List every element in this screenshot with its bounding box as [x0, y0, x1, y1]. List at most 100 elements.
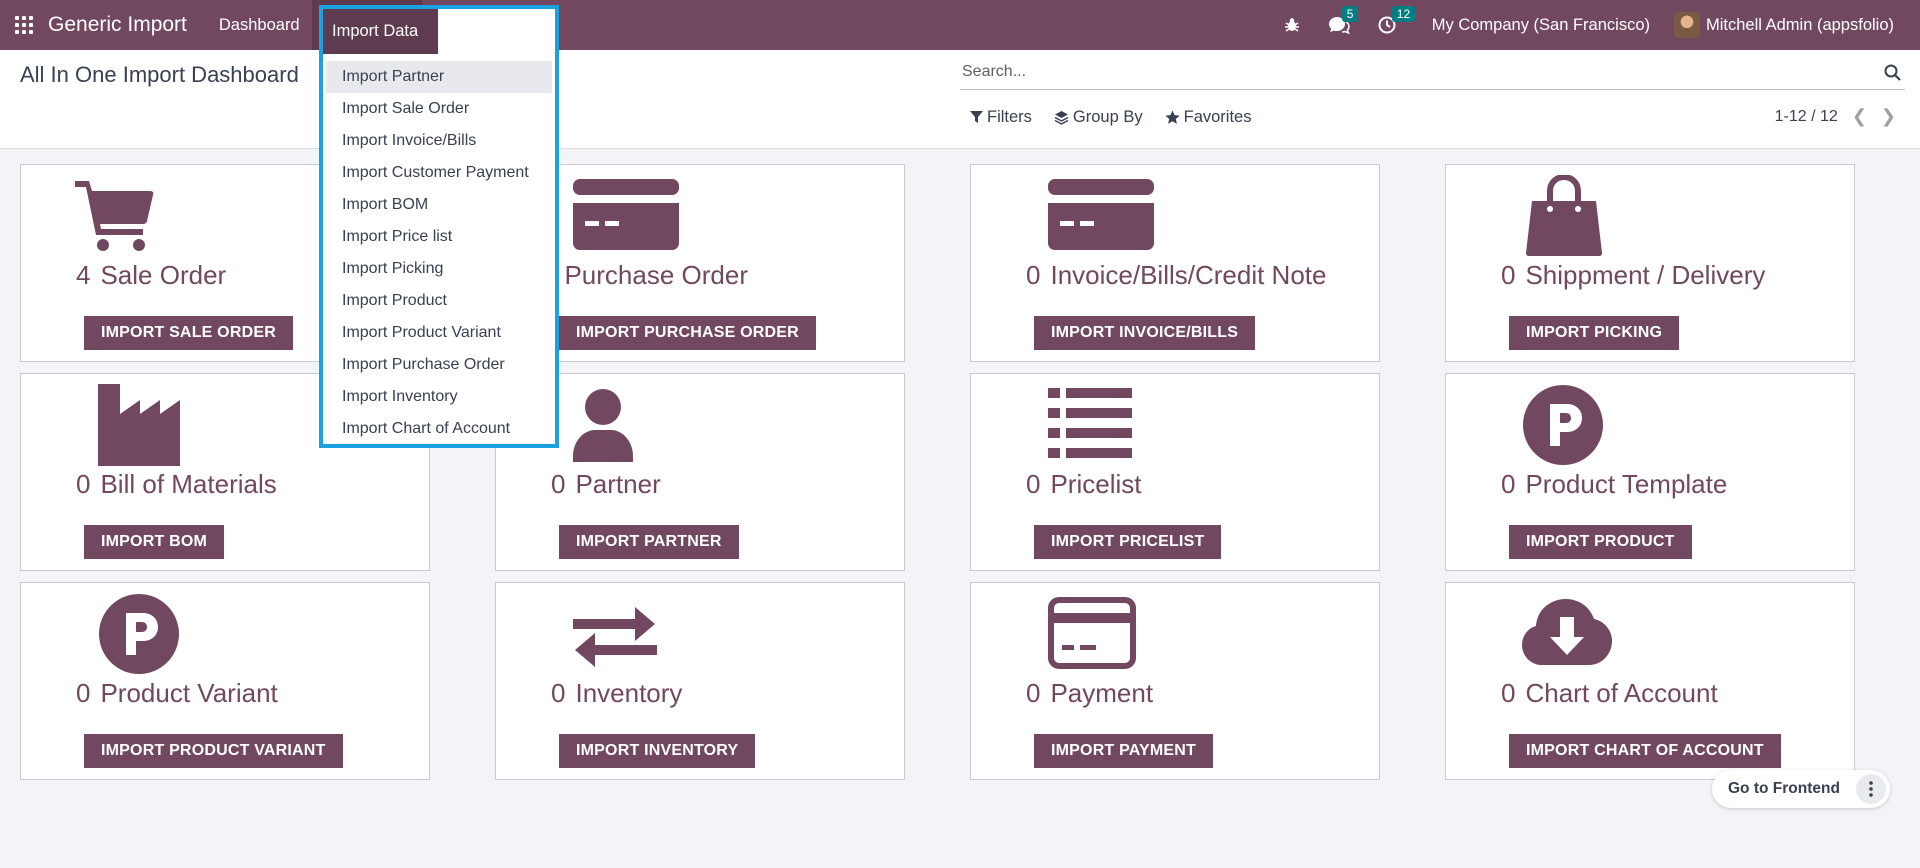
page-title: All In One Import Dashboard — [20, 62, 299, 87]
card-count-line: 0 Bill of Materials — [76, 469, 277, 500]
card-count-line: 0 Inventory — [551, 678, 682, 709]
company-switcher[interactable]: My Company (San Francisco) — [1432, 16, 1650, 35]
card-count: 4 — [76, 260, 91, 290]
card-title: Partner — [575, 469, 661, 499]
dashboard-card-chart-of-account: 0 Chart of Account IMPORT CHART OF ACCOUN… — [1445, 582, 1855, 780]
favorites-label: Favorites — [1183, 108, 1252, 126]
menu-item-import-price-list[interactable]: Import Price list — [323, 221, 555, 253]
menu-item-import-purchase-order[interactable]: Import Purchase Order — [323, 349, 555, 381]
search-icon[interactable] — [1884, 64, 1901, 86]
parking-icon — [1522, 384, 1642, 469]
favorites-button[interactable]: Favorites — [1165, 108, 1252, 127]
industry-icon — [98, 384, 218, 469]
list-icon — [1048, 388, 1168, 473]
card-title: Purchase Order — [564, 260, 748, 290]
dashboard-card-invoice-bills: 0 Invoice/Bills/Credit Note IMPORT INVOIC… — [970, 164, 1380, 362]
filters-button[interactable]: Filters — [970, 108, 1032, 127]
card-count-line: 0 Pricelist — [1026, 469, 1141, 500]
card-count: 0 — [1026, 260, 1041, 290]
import-chart-of-account-button[interactable]: IMPORT CHART OF ACCOUNT — [1509, 734, 1781, 768]
dashboard-card-pricelist: 0 Pricelist IMPORT PRICELIST — [970, 373, 1380, 571]
dropdown-menu: Import Partner Import Sale Order Import … — [323, 61, 555, 445]
menu-item-import-sale-order[interactable]: Import Sale Order — [323, 93, 555, 125]
layers-icon — [1054, 111, 1069, 125]
credit-card-icon — [1048, 179, 1168, 264]
import-inventory-button[interactable]: IMPORT INVENTORY — [559, 734, 756, 768]
card-count: 0 — [76, 678, 91, 708]
filter-icon — [970, 111, 983, 123]
frontend-widget: Go to Frontend — [1712, 770, 1890, 808]
import-pricelist-button[interactable]: IMPORT PRICELIST — [1034, 525, 1222, 559]
card-title: Sale Order — [100, 260, 227, 290]
card-count-line: 4Purchase Order — [540, 260, 748, 291]
import-payment-button[interactable]: IMPORT PAYMENT — [1034, 734, 1214, 768]
menu-item-import-inventory[interactable]: Import Inventory — [323, 381, 555, 413]
dashboard-card-payment: 0 Payment IMPORT PAYMENT — [970, 582, 1380, 780]
card-title: Shippment / Delivery — [1525, 260, 1766, 290]
menu-item-import-product-variant[interactable]: Import Product Variant — [323, 317, 555, 349]
app-brand[interactable]: Generic Import — [48, 13, 207, 37]
pager-next-icon[interactable]: ❯ — [1881, 106, 1896, 127]
user-icon — [573, 388, 693, 473]
import-picking-button[interactable]: IMPORT PICKING — [1509, 316, 1680, 350]
dashboard-card-inventory: 0 Inventory IMPORT INVENTORY — [495, 582, 905, 780]
menu-item-import-product[interactable]: Import Product — [323, 285, 555, 317]
card-count-line: 0 Payment — [1026, 678, 1153, 709]
credit-card-icon — [573, 179, 693, 264]
control-panel: All In One Import Dashboard Filters Grou… — [0, 50, 1920, 149]
card-count: 0 — [76, 469, 91, 499]
pager-previous-icon[interactable]: ❮ — [1852, 106, 1867, 127]
search-panel-buttons: Filters Group By Favorites — [970, 108, 1273, 127]
card-count-line: 4 Sale Order — [76, 260, 226, 291]
messages-icon[interactable]: 5 — [1328, 6, 1359, 34]
more-options-icon[interactable] — [1856, 774, 1886, 804]
activity-clock-icon[interactable]: 12 — [1378, 6, 1416, 34]
card-count-line: 0 Product Template — [1501, 469, 1727, 500]
nav-import-data-open[interactable]: Import Data — [323, 9, 438, 54]
card-title: Payment — [1050, 678, 1154, 708]
card-count-line: 0 Product Variant — [76, 678, 278, 709]
card-title: Inventory — [575, 678, 683, 708]
debug-bug-icon[interactable] — [1284, 17, 1300, 33]
filters-label: Filters — [987, 108, 1032, 126]
import-partner-button[interactable]: IMPORT PARTNER — [559, 525, 739, 559]
import-purchase-order-button[interactable]: IMPORT PURCHASE ORDER — [559, 316, 816, 350]
dashboard-card-shipment: 0 Shippment / Delivery IMPORT PICKING — [1445, 164, 1855, 362]
dashboard-card-product-variant: 0 Product Variant IMPORT PRODUCT VARIANT — [20, 582, 430, 780]
card-title: Product Template — [1525, 469, 1728, 499]
card-count: 0 — [1501, 469, 1516, 499]
shopping-bag-icon — [1522, 173, 1642, 260]
card-count: 0 — [1026, 678, 1041, 708]
user-menu[interactable]: Mitchell Admin (appsfolio) — [1674, 12, 1894, 38]
search-bar — [960, 56, 1905, 90]
card-count-line: 0 Shippment / Delivery — [1501, 260, 1765, 291]
import-sale-order-button[interactable]: IMPORT SALE ORDER — [84, 316, 293, 350]
menu-item-import-bom[interactable]: Import BOM — [323, 189, 555, 221]
pager-value[interactable]: 1-12 / 12 — [1775, 108, 1838, 126]
group-by-button[interactable]: Group By — [1054, 108, 1143, 127]
go-to-frontend-button[interactable]: Go to Frontend — [1712, 780, 1854, 798]
menu-item-import-chart-of-account[interactable]: Import Chart of Account — [323, 413, 555, 445]
menu-item-import-picking[interactable]: Import Picking — [323, 253, 555, 285]
app-menu-icon[interactable] — [0, 0, 48, 50]
card-count-line: 0 Partner — [551, 469, 661, 500]
card-count-line: 0 Chart of Account — [1501, 678, 1718, 709]
activities-badge: 12 — [1391, 6, 1416, 22]
import-product-button[interactable]: IMPORT PRODUCT — [1509, 525, 1692, 559]
menu-item-import-partner[interactable]: Import Partner — [326, 61, 552, 93]
import-bom-button[interactable]: IMPORT BOM — [84, 525, 224, 559]
top-navbar: Generic Import Dashboard Import Data 5 1… — [0, 0, 1920, 50]
import-product-variant-button[interactable]: IMPORT PRODUCT VARIANT — [84, 734, 343, 768]
card-title: Pricelist — [1050, 469, 1142, 499]
group-by-label: Group By — [1072, 108, 1143, 126]
credit-card-outline-icon — [1048, 597, 1168, 682]
card-count-line: 0 Invoice/Bills/Credit Note — [1026, 260, 1326, 291]
card-count: 0 — [551, 678, 566, 708]
search-input[interactable] — [960, 56, 1860, 88]
card-title: Bill of Materials — [100, 469, 277, 499]
menu-item-import-invoice-bills[interactable]: Import Invoice/Bills — [323, 125, 555, 157]
avatar — [1674, 12, 1700, 38]
nav-dashboard[interactable]: Dashboard — [207, 0, 312, 50]
import-invoice-bills-button[interactable]: IMPORT INVOICE/BILLS — [1034, 316, 1256, 350]
menu-item-import-customer-payment[interactable]: Import Customer Payment — [323, 157, 555, 189]
